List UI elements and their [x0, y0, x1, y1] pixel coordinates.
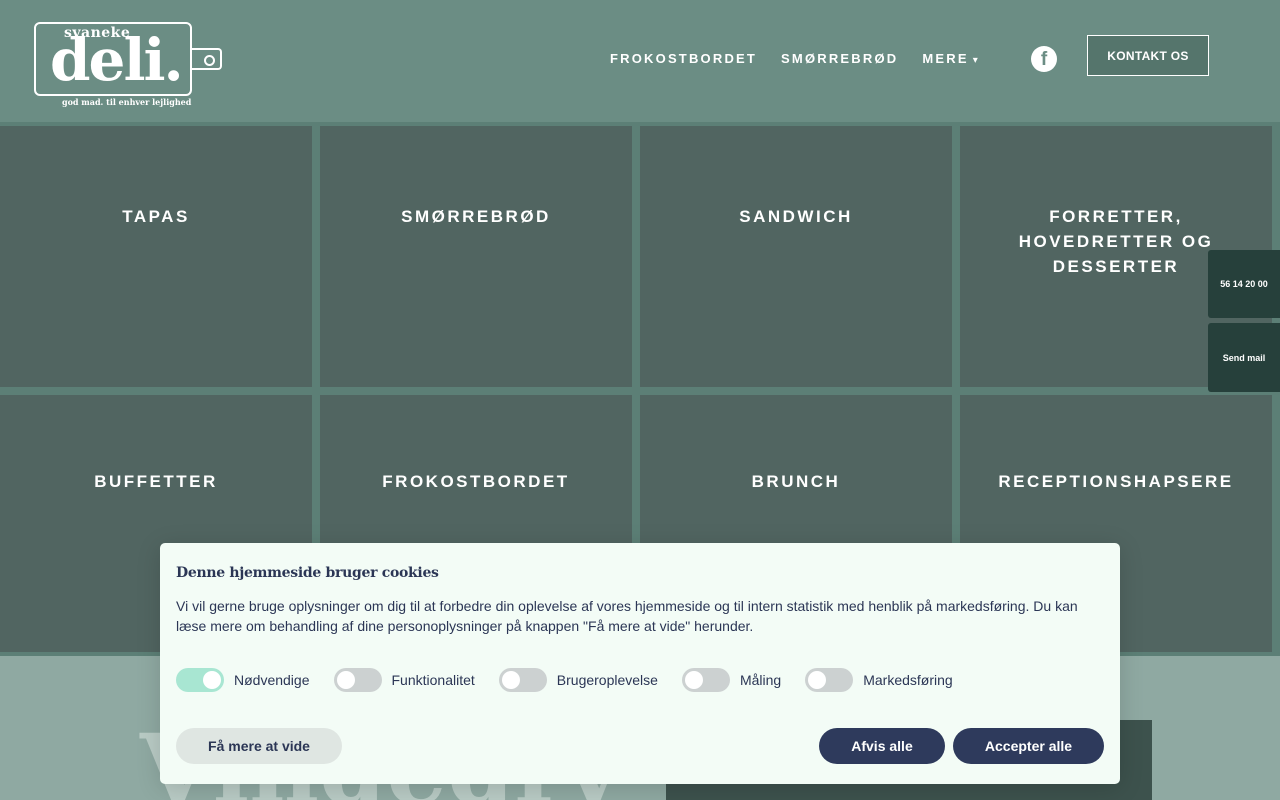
tile-label-line: DESSERTER [1052, 257, 1180, 276]
nav-label: FROKOSTBORDET [610, 51, 758, 66]
logo-tagline: god mad. til enhver lejlighed [62, 97, 192, 107]
tile-label: TAPAS [122, 207, 190, 226]
accept-all-button[interactable]: Accepter alle [953, 728, 1104, 764]
tile-label-line: HOVEDRETTER OG [1018, 232, 1214, 251]
toggle-switch[interactable] [681, 668, 730, 692]
nav-item-mere[interactable]: MERE ▾ [922, 51, 977, 66]
side-tab-phone[interactable]: 56 14 20 00 [1208, 250, 1280, 318]
logo-main-word: deli. [50, 26, 184, 94]
cookie-toggles: Nødvendige Funktionalitet Brugeroplevels… [176, 668, 977, 692]
cookie-text: Vi vil gerne bruge oplysninger om dig ti… [176, 598, 1078, 634]
toggle-nodvendige[interactable]: Nødvendige [176, 668, 310, 692]
caret-down-icon: ▾ [972, 55, 978, 66]
tile-label: SMØRREBRØD [401, 207, 551, 226]
nav-label: MERE [922, 51, 969, 66]
toggle-switch[interactable] [498, 668, 547, 692]
toggle-markedsforing[interactable]: Markedsføring [805, 668, 953, 692]
toggle-switch[interactable] [805, 668, 854, 692]
toggle-funktionalitet[interactable]: Funktionalitet [333, 668, 475, 692]
side-tab-mail[interactable]: Send mail [1208, 323, 1280, 392]
tile-sandwich[interactable]: SANDWICH [640, 126, 952, 387]
contact-button[interactable]: KONTAKT OS [1087, 35, 1209, 76]
toggle-label: Funktionalitet [391, 672, 475, 688]
main-nav: FROKOSTBORDET SMØRREBRØD MERE ▾ [610, 51, 1002, 66]
toggle-label: Brugeroplevelse [556, 672, 658, 688]
tile-tapas[interactable]: TAPAS [0, 126, 312, 387]
tile-label: SANDWICH [739, 207, 853, 226]
facebook-glyph: f [1040, 49, 1048, 70]
nav-item-smorrebrod[interactable]: SMØRREBRØD [781, 51, 898, 66]
cookie-title: Denne hjemmeside bruger cookies [176, 565, 439, 581]
logo-board-handle [190, 48, 222, 70]
toggle-maling[interactable]: Måling [681, 668, 782, 692]
svaneke-deli-logo[interactable]: svaneke deli. god mad. til enhver lejlig… [34, 22, 224, 110]
nav-label: SMØRREBRØD [781, 51, 899, 66]
tile-smorrebrod[interactable]: SMØRREBRØD [320, 126, 632, 387]
facebook-icon[interactable]: f [1031, 46, 1057, 72]
site-header: svaneke deli. god mad. til enhver lejlig… [0, 0, 1280, 122]
toggle-switch[interactable] [176, 668, 224, 692]
reject-all-button[interactable]: Afvis alle [819, 728, 945, 764]
toggle-label: Måling [739, 672, 782, 688]
cookie-dialog: Denne hjemmeside bruger cookies Vi vil g… [160, 543, 1120, 784]
toggle-label: Nødvendige [234, 672, 310, 688]
toggle-label: Markedsføring [863, 672, 953, 688]
tile-label-line: FORRETTER, [1049, 207, 1183, 226]
learn-more-button[interactable]: Få mere at vide [176, 728, 342, 764]
nav-item-frokostbordet[interactable]: FROKOSTBORDET [610, 51, 757, 66]
toggle-brugeroplevelse[interactable]: Brugeroplevelse [498, 668, 658, 692]
toggle-switch[interactable] [333, 668, 382, 692]
